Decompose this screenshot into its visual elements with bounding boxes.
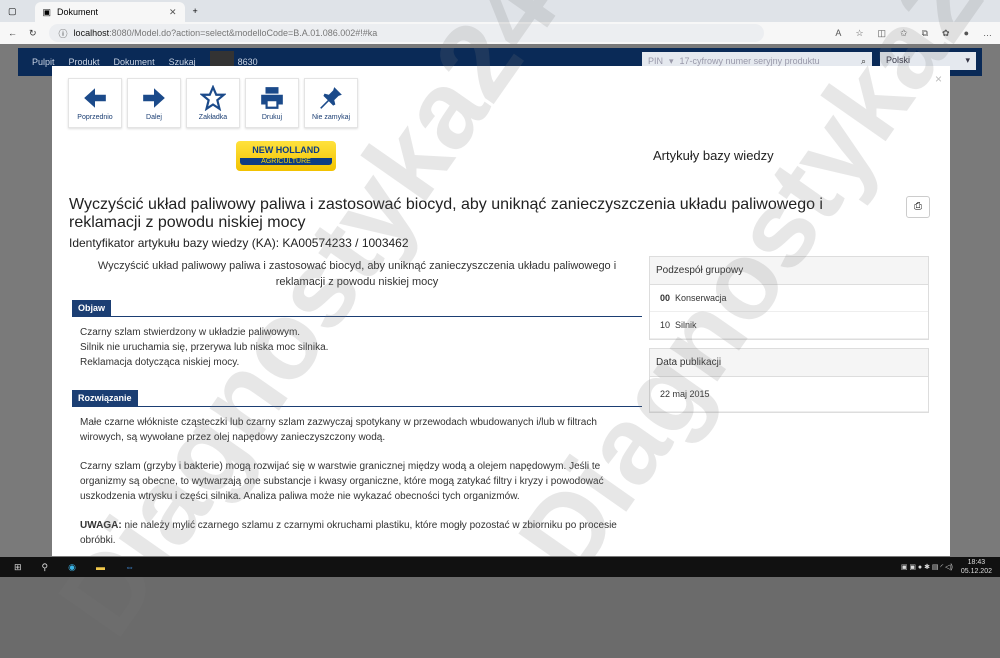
file-explorer-icon[interactable]: ▬: [96, 562, 105, 572]
warning-text: nie należy mylić czarnego szlamu z czarn…: [80, 520, 617, 546]
next-button[interactable]: Dalej: [127, 78, 181, 128]
group-code: 10: [660, 320, 671, 330]
edge-icon[interactable]: ◉: [68, 562, 76, 573]
address-bar-row: ← ↻ ⓘ localhost:8080/Model.do?action=sel…: [0, 22, 1000, 44]
browser-tab[interactable]: ▣ Dokument ✕: [34, 2, 185, 22]
profile-icon[interactable]: ●: [964, 28, 969, 39]
refresh-icon[interactable]: ↻: [29, 28, 37, 39]
read-aloud-icon[interactable]: A: [835, 28, 841, 39]
button-label: Drukuj: [261, 114, 283, 121]
star-icon: [200, 85, 226, 111]
button-label: Zakładka: [198, 114, 228, 121]
solution-label: Rozwiązanie: [72, 390, 138, 406]
keep-open-button[interactable]: Nie zamykaj: [304, 78, 358, 128]
solution-text: Małe czarne włókniste cząsteczki lub cza…: [72, 415, 642, 548]
publication-panel: Data publikacji 22 maj 2015: [649, 348, 929, 413]
symptom-header: Objaw: [72, 300, 642, 317]
collections-icon[interactable]: ⧉: [922, 28, 928, 39]
pin-input[interactable]: 17-cyfrowy numer seryjny produktu: [680, 56, 820, 66]
publication-title: Data publikacji: [650, 349, 928, 377]
taskbar: ⊞ ⚲ ◉ ▬ ⇔ ▣ ▣ ● ✱ ▤ ◜ ◁) 18:43 05.12.202: [0, 557, 1000, 577]
arrow-left-icon: [84, 88, 106, 108]
button-label: Nie zamykaj: [311, 114, 351, 121]
search-icon[interactable]: ⌕: [861, 56, 866, 67]
url-host: localhost: [73, 28, 110, 38]
article-title: Wyczyścić układ paliwowy paliwa i zastos…: [69, 196, 823, 231]
clock-date: 05.12.202: [960, 568, 992, 575]
search-icon[interactable]: ⚲: [42, 562, 49, 573]
symptom-item: Czarny szlam stwierdzony w układzie pali…: [80, 327, 301, 338]
system-tray: ▣ ▣ ● ✱ ▤ ◜ ◁) 18:43 05.12.202: [901, 558, 1000, 576]
kb-title: Artykuły bazy wiedzy: [653, 148, 774, 163]
article-subtitle: Wyczyścić układ paliwowy paliwa i zastos…: [97, 260, 617, 288]
url-path: :8080/Model.do?action=select&modelloCode…: [109, 28, 378, 38]
solution-paragraph: Czarny szlam (grzyby i bakterie) mogą ro…: [80, 461, 604, 502]
symptom-list: Czarny szlam stwierdzony w układzie pali…: [72, 325, 642, 370]
group-name: Konserwacja: [675, 293, 727, 303]
logo-sub: AGRICULTURE: [240, 158, 332, 165]
new-holland-logo: NEW HOLLAND AGRICULTURE: [236, 141, 336, 171]
symptom-item: Reklamacja dotycząca niskiej mocy.: [80, 357, 240, 368]
publication-date: 22 maj 2015: [650, 377, 928, 412]
favorites-icon[interactable]: ✩: [900, 28, 908, 39]
solution-paragraph: Małe czarne włókniste cząsteczki lub cza…: [80, 417, 597, 443]
tray-icons[interactable]: ▣ ▣ ● ✱ ▤ ◜ ◁): [901, 563, 953, 571]
favicon-icon: ▣: [42, 6, 52, 17]
clock-time[interactable]: 18:43: [968, 559, 986, 566]
group-panel-title: Podzespół grupowy: [650, 257, 928, 285]
language-value: Polski: [886, 55, 911, 65]
warning-paragraph: UWAGA: nie należy mylić czarnego szlamu …: [80, 518, 634, 548]
group-panel: Podzespół grupowy 00 Konserwacja 10 Siln…: [649, 256, 929, 340]
close-tab-icon[interactable]: ✕: [169, 7, 177, 18]
previous-button[interactable]: Poprzednio: [68, 78, 122, 128]
print-button[interactable]: Drukuj: [245, 78, 299, 128]
bookmark-button[interactable]: Zakładka: [186, 78, 240, 128]
teamviewer-icon[interactable]: ⇔: [125, 562, 134, 572]
article-body: Wyczyścić układ paliwowy paliwa i zastos…: [72, 258, 642, 556]
close-icon[interactable]: ×: [935, 72, 942, 86]
group-name: Silnik: [675, 320, 697, 330]
symptom-label: Objaw: [72, 300, 112, 316]
windows-start-icon[interactable]: ⊞: [14, 562, 22, 573]
info-icon: ⓘ: [58, 28, 68, 39]
toolbar: Poprzednio Dalej Zakładka Drukuj Nie zam…: [68, 78, 358, 128]
new-tab-icon[interactable]: +: [193, 6, 198, 16]
url-field[interactable]: ⓘ localhost:8080/Model.do?action=select&…: [48, 24, 764, 42]
pin-icon: [320, 87, 342, 109]
extensions-icon[interactable]: ✿: [942, 28, 950, 39]
button-label: Poprzednio: [77, 114, 113, 121]
solution-header: Rozwiązanie: [72, 390, 642, 407]
split-icon[interactable]: ◫: [878, 28, 887, 39]
document-modal: × Poprzednio Dalej Zakładka Drukuj Nie z…: [52, 66, 950, 556]
printer-icon: [261, 87, 283, 109]
printer-icon: ⎙: [914, 201, 922, 212]
tab-title: Dokument: [57, 7, 99, 17]
logo-brand: NEW HOLLAND: [252, 145, 320, 155]
favorite-icon[interactable]: ☆: [855, 28, 863, 39]
back-icon[interactable]: ←: [8, 28, 17, 38]
more-icon[interactable]: …: [983, 28, 992, 39]
symptom-item: Silnik nie uruchamia się, przerywa lub n…: [80, 342, 329, 353]
article-identifier: Identyfikator artykułu bazy wiedzy (KA):…: [69, 236, 409, 250]
arrow-right-icon: [143, 88, 165, 108]
group-item[interactable]: 00 Konserwacja: [650, 285, 928, 312]
group-item[interactable]: 10 Silnik: [650, 312, 928, 339]
warning-label: UWAGA:: [80, 520, 122, 531]
pin-select[interactable]: PIN: [648, 56, 663, 66]
print-small-button[interactable]: ⎙: [906, 196, 930, 218]
button-label: Dalej: [146, 114, 162, 121]
browser-tab-bar: ▢ ▣ Dokument ✕ +: [0, 0, 1000, 22]
group-code: 00: [660, 293, 671, 303]
app: Pulpit Produkt Dokument Szukaj 8630 PIN ▾…: [0, 44, 1000, 557]
tab-actions-icon[interactable]: ▢: [8, 6, 17, 17]
